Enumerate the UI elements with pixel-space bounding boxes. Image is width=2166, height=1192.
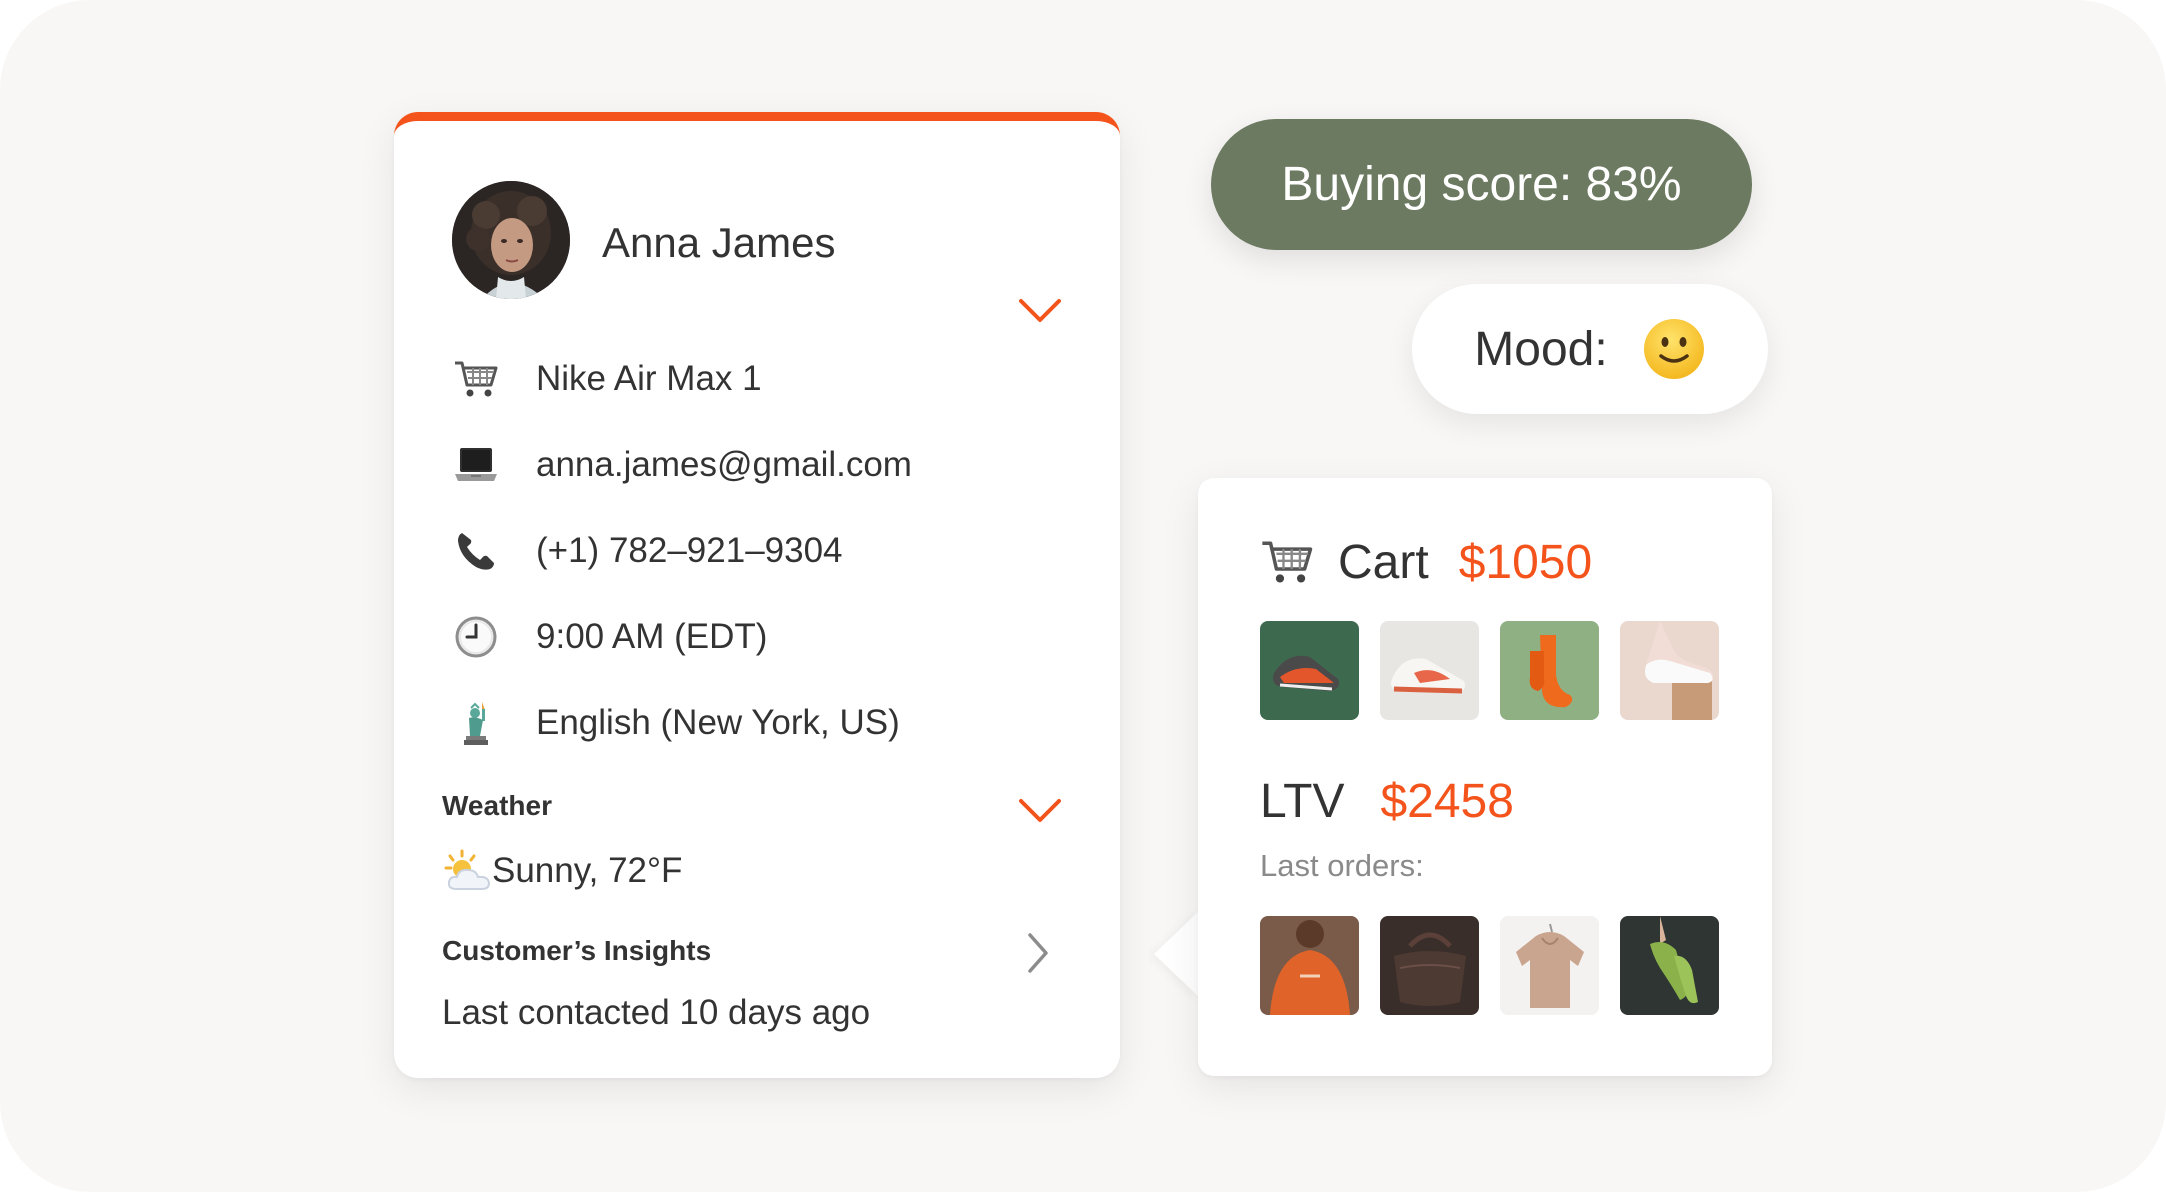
chevron-down-icon[interactable] xyxy=(1018,797,1062,825)
sun-behind-cloud-icon xyxy=(444,849,494,893)
order-item-orange-sweatshirt[interactable] xyxy=(1260,916,1359,1015)
time-value: 9:00 AM (EDT) xyxy=(536,617,768,656)
cart-items xyxy=(1260,621,1719,720)
cart-header: Cart $1050 xyxy=(1260,530,1592,594)
mood-badge: Mood: xyxy=(1412,284,1768,414)
language-row: English (New York, US) xyxy=(452,693,1072,753)
buying-score-badge: Buying score: 83% xyxy=(1211,119,1752,250)
chevron-right-icon[interactable] xyxy=(1024,931,1052,975)
insights-label: Customer’s Insights xyxy=(442,935,712,966)
chevron-down-icon[interactable] xyxy=(1018,297,1062,325)
email-value[interactable]: anna.james@gmail.com xyxy=(536,445,912,485)
last-contacted: Last contacted 10 days ago xyxy=(442,993,871,1032)
time-row: 9:00 AM (EDT) xyxy=(452,607,1072,667)
cart-icon xyxy=(452,357,500,401)
laptop-icon xyxy=(452,443,500,487)
ltv-header: LTV $2458 xyxy=(1260,774,1514,829)
statue-of-liberty-icon xyxy=(452,701,500,745)
order-item-beige-hoodie[interactable] xyxy=(1500,916,1599,1015)
ltv-label: LTV xyxy=(1260,775,1345,828)
cart-item-socks-orange[interactable] xyxy=(1500,621,1599,720)
weather-label: Weather xyxy=(442,790,552,821)
language-value: English (New York, US) xyxy=(536,703,900,742)
last-orders-label: Last orders: xyxy=(1260,848,1424,883)
cart-label: Cart xyxy=(1338,535,1429,589)
phone-row: (+1) 782–921–9304 xyxy=(452,521,1072,581)
phone-value[interactable]: (+1) 782–921–9304 xyxy=(536,531,843,571)
last-orders-list xyxy=(1260,916,1719,1015)
avatar xyxy=(452,181,570,299)
cart-item-sneaker-platform[interactable] xyxy=(1620,621,1719,720)
email-row: anna.james@gmail.com xyxy=(452,435,1072,495)
card-pointer xyxy=(1154,910,1200,998)
cart-item-sneaker-green[interactable] xyxy=(1260,621,1359,720)
buying-score-text: Buying score: 83% xyxy=(1281,158,1682,211)
cart-item-sneaker-white[interactable] xyxy=(1380,621,1479,720)
order-item-leather-bag[interactable] xyxy=(1380,916,1479,1015)
phone-icon xyxy=(452,529,500,573)
customer-name: Anna James xyxy=(602,219,836,266)
product-row[interactable]: Nike Air Max 1 xyxy=(452,349,1072,409)
order-item-green-heels[interactable] xyxy=(1620,916,1719,1015)
cart-amount: $1050 xyxy=(1458,535,1593,589)
slightly-smiling-face-icon xyxy=(1643,319,1704,379)
product-name: Nike Air Max 1 xyxy=(536,359,762,398)
customer-card: Anna James Nike Air Max 1 anna.james@gma… xyxy=(394,112,1120,1078)
weather-value: Sunny, 72°F xyxy=(492,851,683,890)
cart-icon xyxy=(1262,541,1313,583)
mood-label: Mood: xyxy=(1474,322,1608,376)
cart-card: Cart $1050 LTV $2458 Last orders: xyxy=(1198,478,1772,1076)
ltv-amount: $2458 xyxy=(1380,775,1514,828)
clock-icon xyxy=(452,615,500,659)
